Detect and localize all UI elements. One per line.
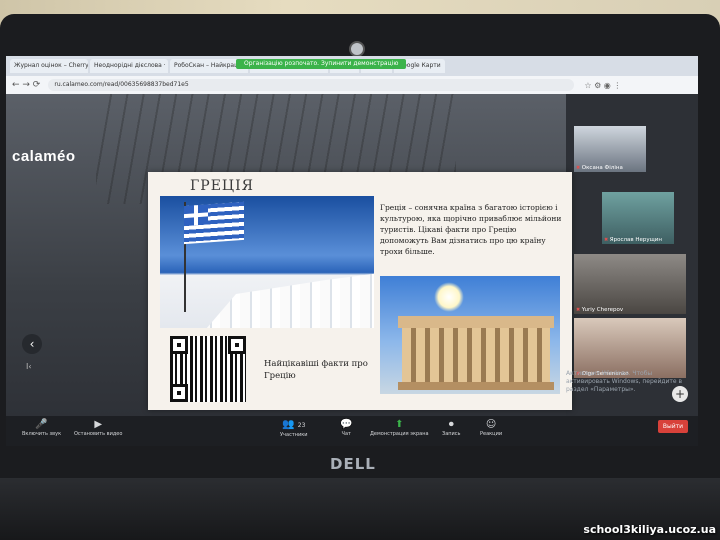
browser-tab[interactable]: Журнал оцінок – Cherry: [10, 59, 88, 73]
participant-tile[interactable]: ✖ Оксана Філіна: [574, 126, 646, 172]
chat-icon: 💬: [340, 419, 353, 430]
participant-tile[interactable]: ✖ Ярослав Нерущин: [602, 192, 674, 244]
qr-code-icon: [170, 336, 246, 402]
facts-caption: Найцікавіші факти про Грецію: [264, 359, 368, 381]
sun-icon: [434, 282, 464, 312]
participant-name: ✖ Оксана Філіна: [576, 165, 623, 171]
participants-button[interactable]: 👥 23 Участники: [280, 419, 308, 438]
reaction-icon: ☺: [485, 419, 497, 430]
greek-flag-icon: [184, 201, 244, 245]
dell-logo: DELL: [330, 455, 376, 473]
leave-meeting-button[interactable]: Выйти: [658, 420, 688, 433]
unmute-button[interactable]: 🎤 Включить звук: [22, 419, 61, 437]
slide-title: ГРЕЦІЯ: [190, 178, 254, 194]
record-icon: ⏺: [448, 419, 454, 430]
record-button[interactable]: ⏺ Запись: [442, 419, 460, 437]
video-camera-icon: ▶: [94, 419, 103, 430]
parthenon-photo: [380, 276, 560, 394]
screen-share-banner[interactable]: Організацію розпочато. Зупинити демонстр…: [236, 59, 407, 69]
share-screen-icon: ⬆: [395, 419, 404, 430]
nav-arrows-icon[interactable]: ← → ⟳: [12, 80, 40, 90]
slide-description: Греція – сонячна країна з багатою історі…: [380, 203, 562, 256]
calameo-logo[interactable]: calaméo: [12, 148, 76, 165]
participant-tile[interactable]: ✖ Yuriy Cherepov: [574, 254, 686, 314]
url-input[interactable]: ru.calameo.com/read/00635698837bed71e5: [48, 79, 575, 91]
participant-name: ✖ Ярослав Нерущин: [604, 237, 662, 243]
stop-video-button[interactable]: ▶ Остановить видео: [74, 419, 122, 437]
laptop-screen: Журнал оцінок – Cherry Неоднорідні дієсл…: [6, 56, 698, 446]
reactions-button[interactable]: ☺ Реакции: [480, 419, 502, 437]
webcam: [349, 41, 365, 57]
address-bar: ← → ⟳ ru.calameo.com/read/00635698837bed…: [6, 76, 698, 94]
windows-activation-notice: Активация Windows. Чтобы активировать Wi…: [566, 370, 683, 393]
zoom-in-button[interactable]: +: [672, 386, 688, 402]
participant-name: ✖ Yuriy Cherepov: [576, 307, 624, 313]
parthenon-temple: [398, 316, 554, 390]
first-page-button[interactable]: I‹: [26, 362, 32, 371]
previous-page-button[interactable]: ‹: [22, 334, 42, 354]
participant-tile[interactable]: ✖ Olga Semenenko: [574, 318, 686, 378]
chat-button[interactable]: 💬 Чат: [340, 419, 352, 437]
zoom-toolbar: 🎤 Включить звук ▶ Остановить видео 👥 23 Уча…: [6, 416, 698, 446]
browser-tab[interactable]: Неоднорідні дієслова ·: [90, 59, 168, 73]
site-watermark: school3kiliya.ucoz.ua: [583, 523, 716, 536]
share-screen-button[interactable]: ⬆ Демонстрация экрана: [370, 419, 429, 437]
people-icon: 👥 23: [282, 419, 306, 430]
white-houses: [200, 273, 374, 328]
microphone-icon: 🎤: [35, 419, 48, 430]
santorini-photo: [160, 196, 374, 328]
extension-icons[interactable]: ☆ ⚙ ◉ ⋮: [584, 81, 621, 90]
presentation-slide: ГРЕЦІЯ Греція – сонячна країна з багатою…: [148, 172, 572, 410]
